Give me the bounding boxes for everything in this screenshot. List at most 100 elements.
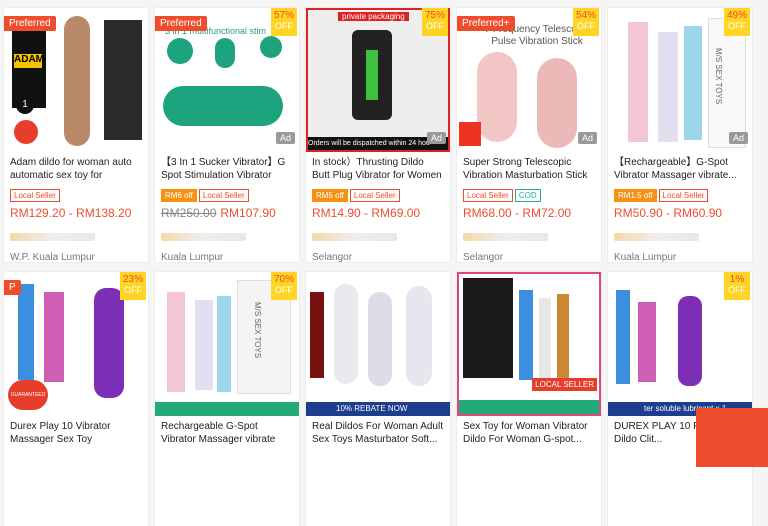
product-shape xyxy=(64,16,90,146)
current-price: RM107.90 xyxy=(220,206,276,220)
discount-value: 23% xyxy=(122,274,143,285)
rebate-label: 10% REBATE NOW xyxy=(336,404,408,413)
product-shape xyxy=(163,86,283,126)
promo-strip xyxy=(459,400,599,414)
product-shape xyxy=(217,296,231,392)
product-shape xyxy=(366,50,378,100)
discount-value: 49% xyxy=(726,10,747,21)
image-caption: private packaging xyxy=(338,12,409,21)
tag-voucher: RM5 off xyxy=(312,189,348,202)
preferred-badge: Preferred xyxy=(4,16,56,31)
product-shape xyxy=(195,300,213,390)
product-title[interactable]: Adam dildo for woman auto automatic sex … xyxy=(10,156,142,182)
product-shape xyxy=(368,292,392,386)
product-title[interactable]: Rechargeable G-Spot Vibrator Massager vi… xyxy=(161,420,293,446)
product-card-9[interactable]: LOCAL SELLER Sex Toy for Woman Vibrator … xyxy=(457,272,601,526)
tag-row: Local Seller xyxy=(10,185,62,202)
image-caption: M/S SEX TOYS xyxy=(253,302,262,359)
image-caption: M/S SEX TOYS xyxy=(714,48,723,105)
tag-local-seller: Local Seller xyxy=(198,189,249,202)
product-shape xyxy=(658,32,678,142)
hot-badge-icon xyxy=(459,122,481,146)
discount-badge: 70% OFF xyxy=(271,272,297,300)
discount-badge: 57% OFF xyxy=(271,8,297,36)
price: RM250.00 RM107.90 xyxy=(161,206,276,220)
product-card-8[interactable]: 10% REBATE NOW Real Dildos For Woman Adu… xyxy=(306,272,450,526)
discount-badge: 75% OFF xyxy=(422,8,448,36)
badge-icon: 1 xyxy=(16,96,34,114)
product-shape xyxy=(557,294,569,380)
discount-off: OFF xyxy=(728,21,746,31)
product-image[interactable]: LOCAL SELLER xyxy=(457,272,601,416)
rating-sold-blurred xyxy=(10,233,95,241)
product-shape xyxy=(310,292,324,378)
discount-value: 1% xyxy=(729,274,745,285)
product-title[interactable]: Real Dildos For Woman Adult Sex Toys Mas… xyxy=(312,420,444,446)
product-card-4[interactable]: 7 Frequency Telescopic Pulse Vibration S… xyxy=(457,8,601,262)
discount-badge: 1% OFF xyxy=(724,272,750,300)
product-title[interactable]: In stock）Thrusting Dildo Butt Plug Vibra… xyxy=(312,156,444,182)
price: RM68.00 - RM72.00 xyxy=(463,206,572,220)
price: RM129.20 - RM138.20 xyxy=(10,206,132,220)
discount-off: OFF xyxy=(426,21,444,31)
product-shape xyxy=(18,284,34,380)
promo-strip: 10% REBATE NOW xyxy=(306,402,450,416)
discount-off: OFF xyxy=(728,285,746,295)
product-image[interactable]: 10% REBATE NOW xyxy=(306,272,450,416)
product-card-7[interactable]: M/S SEX TOYS 70% OFF Rechargeable G-Spot … xyxy=(155,272,299,526)
rating-sold-blurred xyxy=(312,233,397,241)
product-box xyxy=(463,278,513,378)
ad-badge: Ad xyxy=(426,132,446,144)
chat-button[interactable] xyxy=(696,408,768,467)
product-shape xyxy=(638,302,656,382)
product-title[interactable]: 【3 In 1 Sucker Vibrator】G Spot Stimulati… xyxy=(161,156,293,182)
discount-off: OFF xyxy=(577,21,595,31)
product-card-3[interactable]: private packaging Orders will be dispatc… xyxy=(306,8,450,262)
tag-local-seller: Local Seller xyxy=(349,189,400,202)
rating-sold-blurred xyxy=(614,233,699,241)
guarantee-badge-icon xyxy=(14,120,38,144)
product-shape xyxy=(167,292,185,392)
rating-sold-blurred xyxy=(161,233,246,241)
location: Selangor xyxy=(312,252,353,262)
tag-voucher: RM1.5 off xyxy=(614,189,657,202)
discount-badge: 54% OFF xyxy=(573,8,599,36)
tag-cod: COD xyxy=(514,189,541,202)
tag-local-seller: Local Seller xyxy=(658,189,709,202)
discount-value: 54% xyxy=(575,10,596,21)
tag-voucher: RM6 off xyxy=(161,189,197,202)
preferred-badge: Preferred+ xyxy=(457,16,515,31)
location: Kuala Lumpur xyxy=(614,252,677,262)
tag-local-seller: Local Seller xyxy=(10,189,60,202)
product-shape xyxy=(44,292,64,382)
preferred-badge: P xyxy=(4,280,21,295)
product-shape xyxy=(678,296,702,386)
local-seller-overlay: LOCAL SELLER xyxy=(532,378,597,391)
location: W.P. Kuala Lumpur xyxy=(10,252,95,262)
tag-row: RM1.5 off Local Seller xyxy=(614,185,710,202)
product-shape xyxy=(684,26,702,140)
product-card-10[interactable]: ter soluble lubricant x 1 1% OFF DUREX PL… xyxy=(608,272,752,526)
discount-value: 57% xyxy=(273,10,294,21)
brand-label: ADAM xyxy=(14,54,44,68)
product-title[interactable]: Sex Toy for Woman Vibrator Dildo For Wom… xyxy=(463,420,595,446)
product-card-5[interactable]: M/S SEX TOYS 49% OFF Ad 【Rechargeable】G-S… xyxy=(608,8,752,262)
price: RM50.90 - RM60.90 xyxy=(614,206,723,220)
product-grid: ADAM 1 Preferred Adam dildo for woman au… xyxy=(0,0,768,526)
product-title[interactable]: Super Strong Telescopic Vibration Mastur… xyxy=(463,156,595,182)
product-shape xyxy=(628,22,648,142)
tag-row: RM6 off Local Seller xyxy=(161,185,251,202)
product-shape xyxy=(334,284,358,384)
old-price: RM250.00 xyxy=(161,206,217,220)
product-box xyxy=(104,20,142,140)
product-shape xyxy=(477,52,517,142)
preferred-badge: Preferred xyxy=(155,16,207,31)
product-card-6[interactable]: GUARANTEED P 23% OFF Durex Play 10 Vibrat… xyxy=(4,272,148,526)
discount-value: 70% xyxy=(273,274,294,285)
tag-local-seller: Local Seller xyxy=(463,189,513,202)
product-card-1[interactable]: ADAM 1 Preferred Adam dildo for woman au… xyxy=(4,8,148,262)
location: Kuala Lumpur xyxy=(161,252,224,262)
product-title[interactable]: Durex Play 10 Vibrator Massager Sex Toy … xyxy=(10,420,142,446)
product-title[interactable]: 【Rechargeable】G-Spot Vibrator Massager v… xyxy=(614,156,746,182)
product-card-2[interactable]: 3 in 1 multifunctional stim Preferred 57… xyxy=(155,8,299,262)
